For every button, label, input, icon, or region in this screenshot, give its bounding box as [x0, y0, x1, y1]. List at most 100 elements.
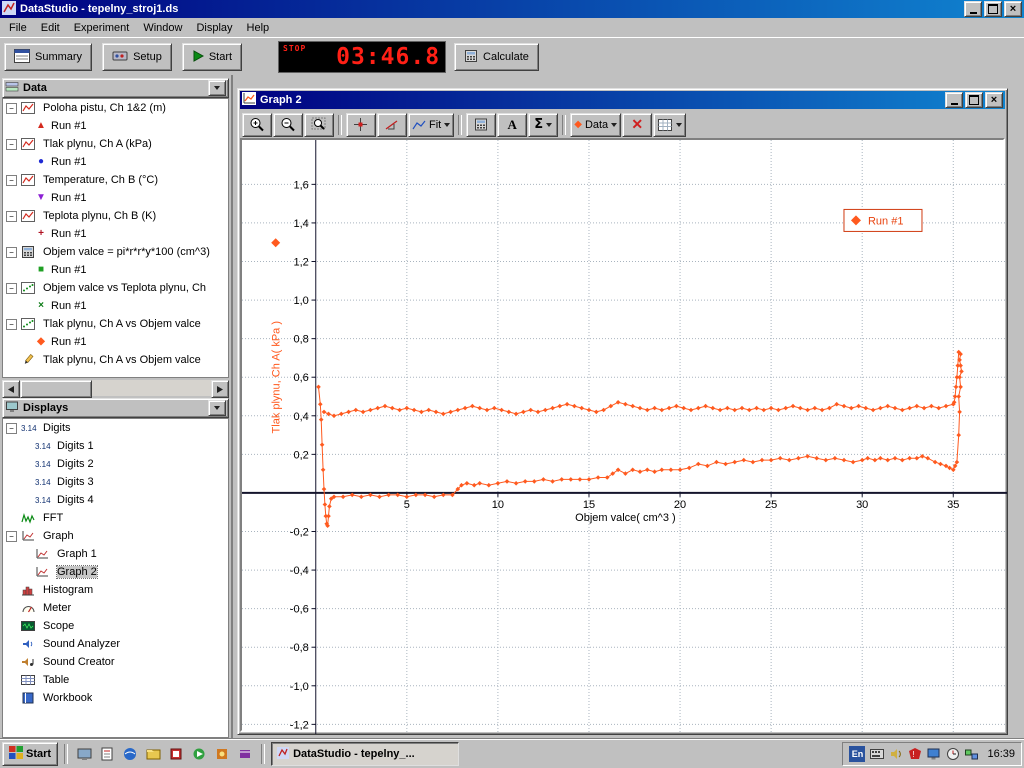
volume-icon[interactable]	[888, 747, 903, 762]
display-item[interactable]: −3.14Digits	[3, 419, 228, 437]
display-item[interactable]: 3.14Digits 3	[3, 473, 228, 491]
data-item[interactable]: −Temperature, Ch B (°C)	[3, 171, 228, 189]
setup-button[interactable]: Setup	[102, 43, 172, 71]
minimize-button[interactable]	[964, 1, 982, 17]
chevron-down-icon	[444, 123, 450, 127]
task-app-icon	[277, 747, 289, 762]
menu-item-edit[interactable]: Edit	[34, 20, 67, 36]
tree-expander[interactable]: −	[6, 103, 17, 114]
graph-close-button[interactable]: ×	[985, 92, 1003, 108]
tree-expander[interactable]: −	[6, 211, 17, 222]
calculator-button[interactable]	[466, 113, 496, 137]
graph-minimize-button[interactable]	[945, 92, 963, 108]
data-tree-hscrollbar[interactable]	[2, 380, 229, 396]
run-item[interactable]: ■Run #1	[3, 261, 228, 279]
menu-item-experiment[interactable]: Experiment	[67, 20, 137, 36]
language-indicator[interactable]: En	[849, 746, 865, 762]
display-item[interactable]: Meter	[3, 599, 228, 617]
data-item[interactable]: −Tlak plynu, Ch A (kPa)	[3, 135, 228, 153]
display-item[interactable]: Sound Creator	[3, 653, 228, 671]
display-item[interactable]: 3.14Digits 1	[3, 437, 228, 455]
taskbar-clock[interactable]: 16:39	[983, 748, 1015, 760]
run-item[interactable]: ×Run #1	[3, 297, 228, 315]
remove-button[interactable]: ✕	[622, 113, 652, 137]
tree-expander[interactable]: −	[6, 319, 17, 330]
display-item[interactable]: −Graph	[3, 527, 228, 545]
quicklaunch-icon-5[interactable]	[166, 744, 186, 764]
network-icon[interactable]	[964, 747, 979, 762]
tree-expander[interactable]: −	[6, 139, 17, 150]
keyboard-icon[interactable]	[869, 747, 884, 762]
tree-expander[interactable]: −	[6, 531, 17, 542]
start-button[interactable]: Start	[182, 43, 242, 71]
data-dropdown[interactable]: ◆Data	[570, 113, 621, 137]
window-titlebar[interactable]: DataStudio - tepelny_stroj1.ds ×	[0, 0, 1024, 18]
close-button[interactable]: ×	[1004, 1, 1022, 17]
display-item[interactable]: 3.14Digits 4	[3, 491, 228, 509]
display-settings-icon[interactable]	[926, 747, 941, 762]
run-marker: ▲	[35, 121, 47, 131]
tree-expander[interactable]: −	[6, 283, 17, 294]
menu-item-display[interactable]: Display	[189, 20, 239, 36]
tree-expander[interactable]: −	[6, 423, 17, 434]
display-item[interactable]: Graph 1	[3, 545, 228, 563]
menu-item-file[interactable]: File	[2, 20, 34, 36]
display-item[interactable]: Sound Analyzer	[3, 635, 228, 653]
run-item[interactable]: ▲Run #1	[3, 117, 228, 135]
scroll-left-button[interactable]	[2, 380, 20, 398]
zoom-in-button[interactable]	[242, 113, 272, 137]
run-item[interactable]: +Run #1	[3, 225, 228, 243]
menu-item-help[interactable]: Help	[240, 20, 277, 36]
calculate-button[interactable]: Calculate	[454, 43, 539, 71]
display-item[interactable]: Workbook	[3, 689, 228, 707]
data-item[interactable]: −Poloha pistu, Ch 1&2 (m)	[3, 99, 228, 117]
statistics-dropdown[interactable]: Σ	[528, 113, 558, 137]
quicklaunch-icon-2[interactable]	[97, 744, 117, 764]
text-tool-button[interactable]: A	[497, 113, 527, 137]
run-item[interactable]: ◆Run #1	[3, 333, 228, 351]
scroll-right-button[interactable]	[211, 380, 229, 398]
antivirus-icon[interactable]: !	[907, 747, 922, 762]
run-item[interactable]: ●Run #1	[3, 153, 228, 171]
scrollbar-track[interactable]	[20, 380, 211, 396]
smart-tool-button[interactable]	[346, 113, 376, 137]
maximize-button[interactable]	[984, 1, 1002, 17]
display-item[interactable]: 3.14Digits 2	[3, 455, 228, 473]
display-item[interactable]: Graph 2	[3, 563, 228, 581]
data-panel-dropdown-button[interactable]	[208, 80, 226, 96]
plot-area[interactable]: 5101520253035-1,2-1,0-0,8-0,6-0,4-0,20,2…	[242, 140, 1007, 734]
summary-button[interactable]: Summary	[4, 43, 92, 71]
run-item[interactable]: ▼Run #1	[3, 189, 228, 207]
data-item[interactable]: −Objem valce = pi*r*r*y*100 (cm^3)	[3, 243, 228, 261]
data-item[interactable]: Tlak plynu, Ch A vs Objem valce	[3, 351, 228, 369]
display-item[interactable]: Scope	[3, 617, 228, 635]
data-item[interactable]: −Tlak plynu, Ch A vs Objem valce	[3, 315, 228, 333]
quicklaunch-icon-1[interactable]	[74, 744, 94, 764]
scheduler-icon[interactable]	[945, 747, 960, 762]
zoom-out-button[interactable]	[273, 113, 303, 137]
tree-expander[interactable]: −	[6, 247, 17, 258]
settings-dropdown[interactable]	[653, 113, 686, 137]
quicklaunch-icon-4[interactable]	[143, 744, 163, 764]
quicklaunch-icon-3[interactable]	[120, 744, 140, 764]
data-item[interactable]: −Objem valce vs Teplota plynu, Ch	[3, 279, 228, 297]
display-item[interactable]: Table	[3, 671, 228, 689]
data-item[interactable]: −Teplota plynu, Ch B (K)	[3, 207, 228, 225]
taskbar-task-button[interactable]: DataStudio - tepelny_...	[271, 742, 459, 766]
legend[interactable]: Run #1	[844, 209, 922, 231]
tree-expander[interactable]: −	[6, 175, 17, 186]
quicklaunch-icon-7[interactable]	[212, 744, 232, 764]
scrollbar-thumb[interactable]	[20, 380, 92, 398]
quicklaunch-icon-6[interactable]	[189, 744, 209, 764]
zoom-select-button[interactable]	[304, 113, 334, 137]
display-item[interactable]: Histogram	[3, 581, 228, 599]
graph-window-titlebar[interactable]: Graph 2 ×	[240, 91, 1005, 109]
fit-dropdown[interactable]: Fit	[408, 113, 454, 137]
quicklaunch-icon-8[interactable]	[235, 744, 255, 764]
slope-tool-button[interactable]	[377, 113, 407, 137]
displays-panel-dropdown-button[interactable]	[208, 400, 226, 416]
taskbar-start-button[interactable]: Start	[2, 742, 58, 766]
display-item[interactable]: FFT	[3, 509, 228, 527]
menu-item-window[interactable]: Window	[136, 20, 189, 36]
graph-restore-button[interactable]	[965, 92, 983, 108]
